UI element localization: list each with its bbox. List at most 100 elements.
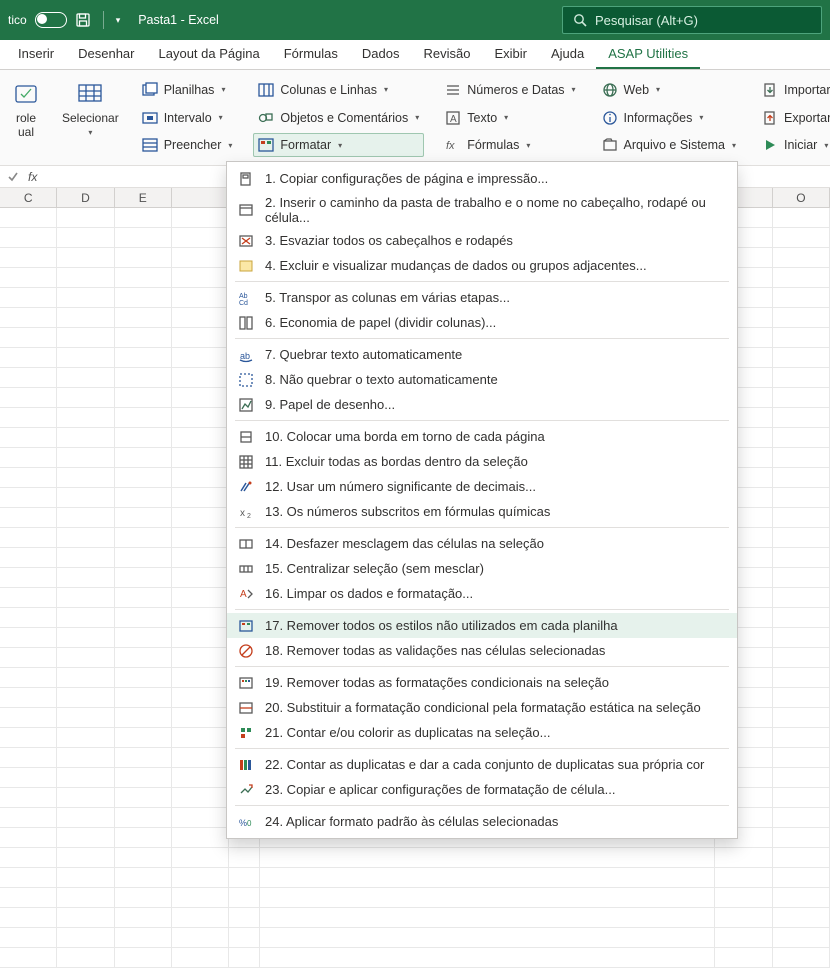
cell[interactable]: [773, 528, 830, 548]
menu-item-23[interactable]: 23. Copiar e aplicar configurações de fo…: [227, 777, 737, 802]
cell[interactable]: [0, 948, 57, 968]
cell[interactable]: [0, 788, 57, 808]
cell[interactable]: [172, 328, 229, 348]
cell[interactable]: [57, 808, 114, 828]
cell[interactable]: [115, 308, 172, 328]
cell[interactable]: [0, 268, 57, 288]
cell[interactable]: [773, 928, 830, 948]
cell[interactable]: [115, 648, 172, 668]
cell[interactable]: [0, 428, 57, 448]
menu-item-22[interactable]: 22. Contar as duplicatas e dar a cada co…: [227, 752, 737, 777]
cell[interactable]: [57, 388, 114, 408]
menu-item-2[interactable]: 2. Inserir o caminho da pasta de trabalh…: [227, 191, 737, 228]
cell[interactable]: [115, 788, 172, 808]
cell[interactable]: [57, 928, 114, 948]
cell[interactable]: [115, 568, 172, 588]
cell[interactable]: [115, 528, 172, 548]
cmd-web[interactable]: Web▾: [597, 78, 741, 102]
cell[interactable]: [57, 828, 114, 848]
cmd-objetos-comentarios[interactable]: Objetos e Comentários▾: [253, 106, 424, 130]
cell[interactable]: [715, 868, 772, 888]
cell[interactable]: [0, 888, 57, 908]
cell[interactable]: [0, 728, 57, 748]
cell[interactable]: [773, 708, 830, 728]
cell[interactable]: [0, 368, 57, 388]
cell[interactable]: [172, 488, 229, 508]
cmd-informacoes[interactable]: Informações▾: [597, 106, 741, 130]
tab-formulas[interactable]: Fórmulas: [272, 40, 350, 69]
cell[interactable]: [0, 528, 57, 548]
cell[interactable]: [773, 228, 830, 248]
formula-confirm-icon[interactable]: [4, 168, 22, 186]
cell[interactable]: [773, 368, 830, 388]
cell[interactable]: [172, 508, 229, 528]
cmd-importar[interactable]: Importar▾: [757, 78, 830, 102]
cell[interactable]: [172, 368, 229, 388]
cell[interactable]: [57, 348, 114, 368]
cell[interactable]: [0, 848, 57, 868]
cell[interactable]: [57, 468, 114, 488]
cmd-planilhas[interactable]: Planilhas▾: [137, 78, 238, 102]
cell[interactable]: [172, 788, 229, 808]
cell[interactable]: [57, 948, 114, 968]
cell[interactable]: [115, 428, 172, 448]
cell[interactable]: [57, 448, 114, 468]
menu-item-14[interactable]: 14. Desfazer mesclagem das células na se…: [227, 531, 737, 556]
cell[interactable]: [115, 628, 172, 648]
cell[interactable]: [773, 848, 830, 868]
cell[interactable]: [172, 228, 229, 248]
cell[interactable]: [0, 228, 57, 248]
cell[interactable]: [0, 748, 57, 768]
cell[interactable]: [172, 708, 229, 728]
column-header[interactable]: [172, 188, 229, 207]
fx-label[interactable]: fx: [28, 170, 37, 184]
cell[interactable]: [115, 208, 172, 228]
cell[interactable]: [172, 448, 229, 468]
cell[interactable]: [773, 648, 830, 668]
menu-item-5[interactable]: AbCd5. Transpor as colunas em várias eta…: [227, 285, 737, 310]
menu-item-18[interactable]: 18. Remover todas as validações nas célu…: [227, 638, 737, 663]
cell[interactable]: [172, 948, 229, 968]
menu-item-17[interactable]: 17. Remover todos os estilos não utiliza…: [227, 613, 737, 638]
cell[interactable]: [172, 608, 229, 628]
cell[interactable]: [172, 548, 229, 568]
cell[interactable]: [172, 848, 229, 868]
cell[interactable]: [773, 728, 830, 748]
cell[interactable]: [57, 268, 114, 288]
cmd-exportar[interactable]: Exportar▾: [757, 106, 830, 130]
cell[interactable]: [115, 888, 172, 908]
cell[interactable]: [172, 668, 229, 688]
menu-item-13[interactable]: x213. Os números subscritos em fórmulas …: [227, 499, 737, 524]
cell[interactable]: [57, 568, 114, 588]
cell[interactable]: [773, 568, 830, 588]
cell[interactable]: [229, 948, 259, 968]
cell[interactable]: [115, 248, 172, 268]
cell[interactable]: [229, 868, 259, 888]
cell[interactable]: [57, 868, 114, 888]
cell[interactable]: [115, 508, 172, 528]
cell[interactable]: [773, 688, 830, 708]
qat-customize-caret-icon[interactable]: ▾: [116, 15, 121, 26]
cell[interactable]: [57, 428, 114, 448]
menu-item-20[interactable]: 20. Substituir a formatação condicional …: [227, 695, 737, 720]
menu-item-15[interactable]: 15. Centralizar seleção (sem mesclar): [227, 556, 737, 581]
menu-item-8[interactable]: 8. Não quebrar o texto automaticamente: [227, 367, 737, 392]
cell[interactable]: [773, 328, 830, 348]
cell[interactable]: [115, 808, 172, 828]
cell[interactable]: [115, 268, 172, 288]
cell[interactable]: [115, 948, 172, 968]
cmd-colunas-linhas[interactable]: Colunas e Linhas▾: [253, 78, 424, 102]
cell[interactable]: [115, 468, 172, 488]
cell[interactable]: [172, 568, 229, 588]
cell[interactable]: [115, 848, 172, 868]
cell[interactable]: [773, 448, 830, 468]
cell[interactable]: [0, 388, 57, 408]
cell[interactable]: [715, 888, 772, 908]
cell[interactable]: [773, 628, 830, 648]
tab-asap-utilities[interactable]: ASAP Utilities: [596, 40, 700, 69]
cell[interactable]: [773, 428, 830, 448]
cell[interactable]: [172, 888, 229, 908]
cell[interactable]: [172, 628, 229, 648]
cell[interactable]: [0, 708, 57, 728]
cell[interactable]: [115, 668, 172, 688]
